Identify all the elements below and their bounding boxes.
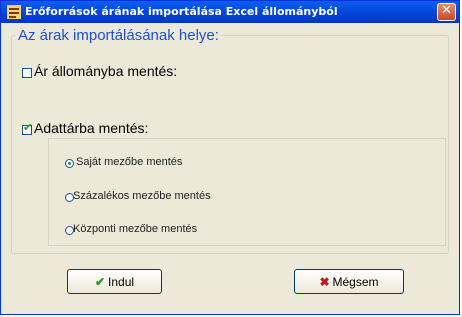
checkmark-icon: ✔ <box>94 275 106 289</box>
close-button[interactable]: ✕ <box>437 3 456 21</box>
radio-selected-dot <box>68 162 71 165</box>
checkmark-icon: ✔ <box>23 121 33 134</box>
radio-percent-field-label: Százalékos mezőbe mentés <box>73 190 211 202</box>
title-bar[interactable]: Erőforrások árának importálása Excel áll… <box>1 1 459 23</box>
dialog-window: Erőforrások árának importálása Excel áll… <box>0 0 460 315</box>
cancel-button[interactable]: ✖ Mégsem <box>294 269 404 294</box>
radio-own-field[interactable] <box>65 159 74 168</box>
file-save-checkbox[interactable] <box>22 68 32 78</box>
excel-import-icon <box>7 5 21 19</box>
file-save-label: Ár állományba mentés: <box>34 63 178 79</box>
cross-icon: ✖ <box>319 275 330 289</box>
radio-own-field-label: Saját mezőbe mentés <box>76 156 183 168</box>
start-button-label: Indul <box>108 275 135 289</box>
db-save-checkbox[interactable]: ✔ <box>22 121 33 135</box>
window-title: Erőforrások árának importálása Excel áll… <box>25 5 338 18</box>
group-title: Az árak importálásának helye: <box>15 27 222 44</box>
start-button[interactable]: ✔ Indul <box>67 269 162 294</box>
radio-central-field-label: Központi mezőbe mentés <box>73 223 198 235</box>
db-save-label: Adattárba mentés: <box>34 120 149 136</box>
close-icon: ✕ <box>441 3 452 18</box>
cancel-button-label: Mégsem <box>332 275 379 289</box>
